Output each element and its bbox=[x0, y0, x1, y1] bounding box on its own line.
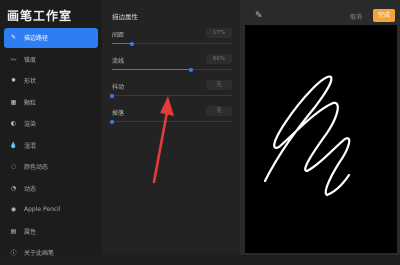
annotation-arrow bbox=[152, 96, 174, 184]
